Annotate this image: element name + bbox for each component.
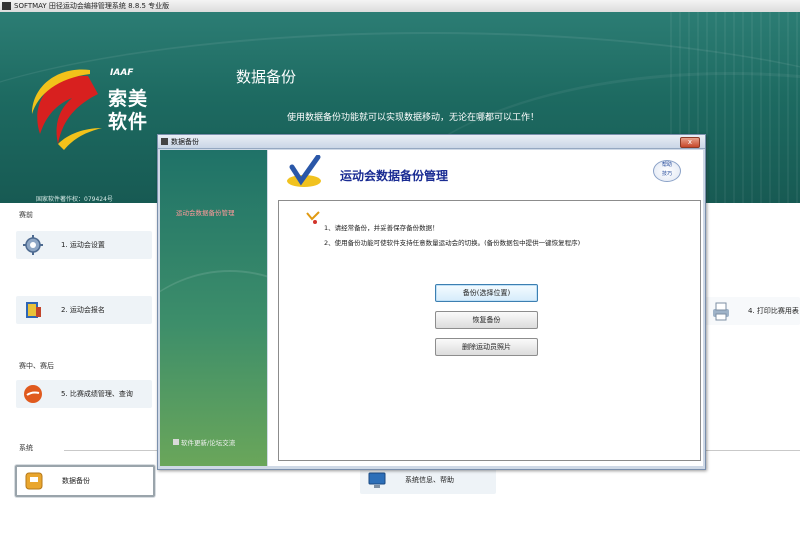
menu-item-results[interactable]: 5. 比赛成绩管理、查询 (16, 380, 152, 408)
copyright-text: 国家软件著作权：079424号 (36, 196, 113, 203)
tip-line-1: 1、请经常备份，并妥善保存备份数据！ (324, 224, 439, 232)
page-title: 数据备份 (236, 68, 297, 86)
menu-item-sysinfo[interactable]: 系统信息、帮助 (360, 466, 496, 494)
backup-select-location-button[interactable]: 备份(选择位置) (435, 284, 538, 302)
iaaf-mark: IAAF (110, 68, 134, 78)
dialog-app-icon (161, 138, 168, 145)
monitor-icon (368, 472, 386, 488)
section-during-after: 赛中、赛后 (19, 362, 54, 370)
menu-label-setup: 1. 运动会设置 (61, 241, 105, 249)
backup-drive-icon (25, 472, 43, 490)
dialog-title-bar: 数据备份 x (158, 135, 705, 149)
gear-icon (23, 235, 43, 255)
menu-item-setup[interactable]: 1. 运动会设置 (16, 231, 152, 259)
link-icon (173, 439, 179, 445)
printer-icon (713, 302, 729, 321)
dialog-header-title: 运动会数据备份管理 (340, 169, 449, 183)
tip-sparkle-icon (306, 211, 320, 224)
dialog-content: 运动会数据备份管理 帮助 技巧 1、请经常备份，并妥善保存备份数据！ 2、使用备… (268, 150, 703, 466)
checkmark-logo-icon (287, 155, 321, 187)
registration-book-icon (26, 302, 41, 318)
software-update-link[interactable]: 软件更新/论坛交流 (173, 437, 235, 447)
tip-line-2: 2、使用备份功能可使软件支持任意数量运动会的切换。(备份数据包中提供一键恢复程序… (324, 239, 581, 247)
menu-item-signup[interactable]: 2. 运动会报名 (16, 296, 152, 324)
backup-dialog: 数据备份 x 运动会数据备份管理 软件更新/论坛交流 运动会数据备份管理 帮助 … (157, 134, 706, 470)
logo-swoosh-icon (32, 69, 102, 150)
menu-label-backup: 数据备份 (62, 477, 90, 485)
menu-label-signup: 2. 运动会报名 (61, 306, 105, 314)
dialog-title: 数据备份 (171, 138, 199, 146)
brand-name-line2: 软件 (108, 111, 149, 133)
section-system: 系统 (19, 444, 33, 452)
menu-label-results: 5. 比赛成绩管理、查询 (61, 390, 133, 398)
softmay-logo: IAAF 索美 软件 (28, 64, 178, 154)
menu-item-backup[interactable]: 数据备份 (15, 465, 155, 497)
sidebar-item-backup-manage[interactable]: 运动会数据备份管理 (176, 207, 235, 217)
restore-backup-button[interactable]: 恢复备份 (435, 311, 538, 329)
menu-item-print[interactable]: 4. 打印比赛用表 (704, 297, 800, 325)
delete-athlete-photos-button[interactable]: 删除运动员照片 (435, 338, 538, 356)
app-icon (2, 2, 11, 10)
close-button[interactable]: x (680, 137, 700, 148)
app-title: SOFTMAY 田径运动会编排管理系统 8.8.5 专业版 (14, 2, 170, 10)
page-subtitle: 使用数据备份功能就可以实现数据移动，无论在哪都可以工作！ (287, 113, 540, 123)
menu-label-print: 4. 打印比赛用表 (748, 307, 799, 315)
help-tips-icon[interactable]: 帮助 技巧 (653, 160, 681, 182)
dialog-sidebar: 运动会数据备份管理 软件更新/论坛交流 (160, 150, 267, 466)
section-before: 赛前 (19, 211, 33, 219)
menu-label-sysinfo: 系统信息、帮助 (405, 476, 454, 484)
results-badge-icon (24, 385, 42, 403)
backup-panel: 1、请经常备份，并妥善保存备份数据！ 2、使用备份功能可使软件支持任意数量运动会… (278, 200, 701, 461)
